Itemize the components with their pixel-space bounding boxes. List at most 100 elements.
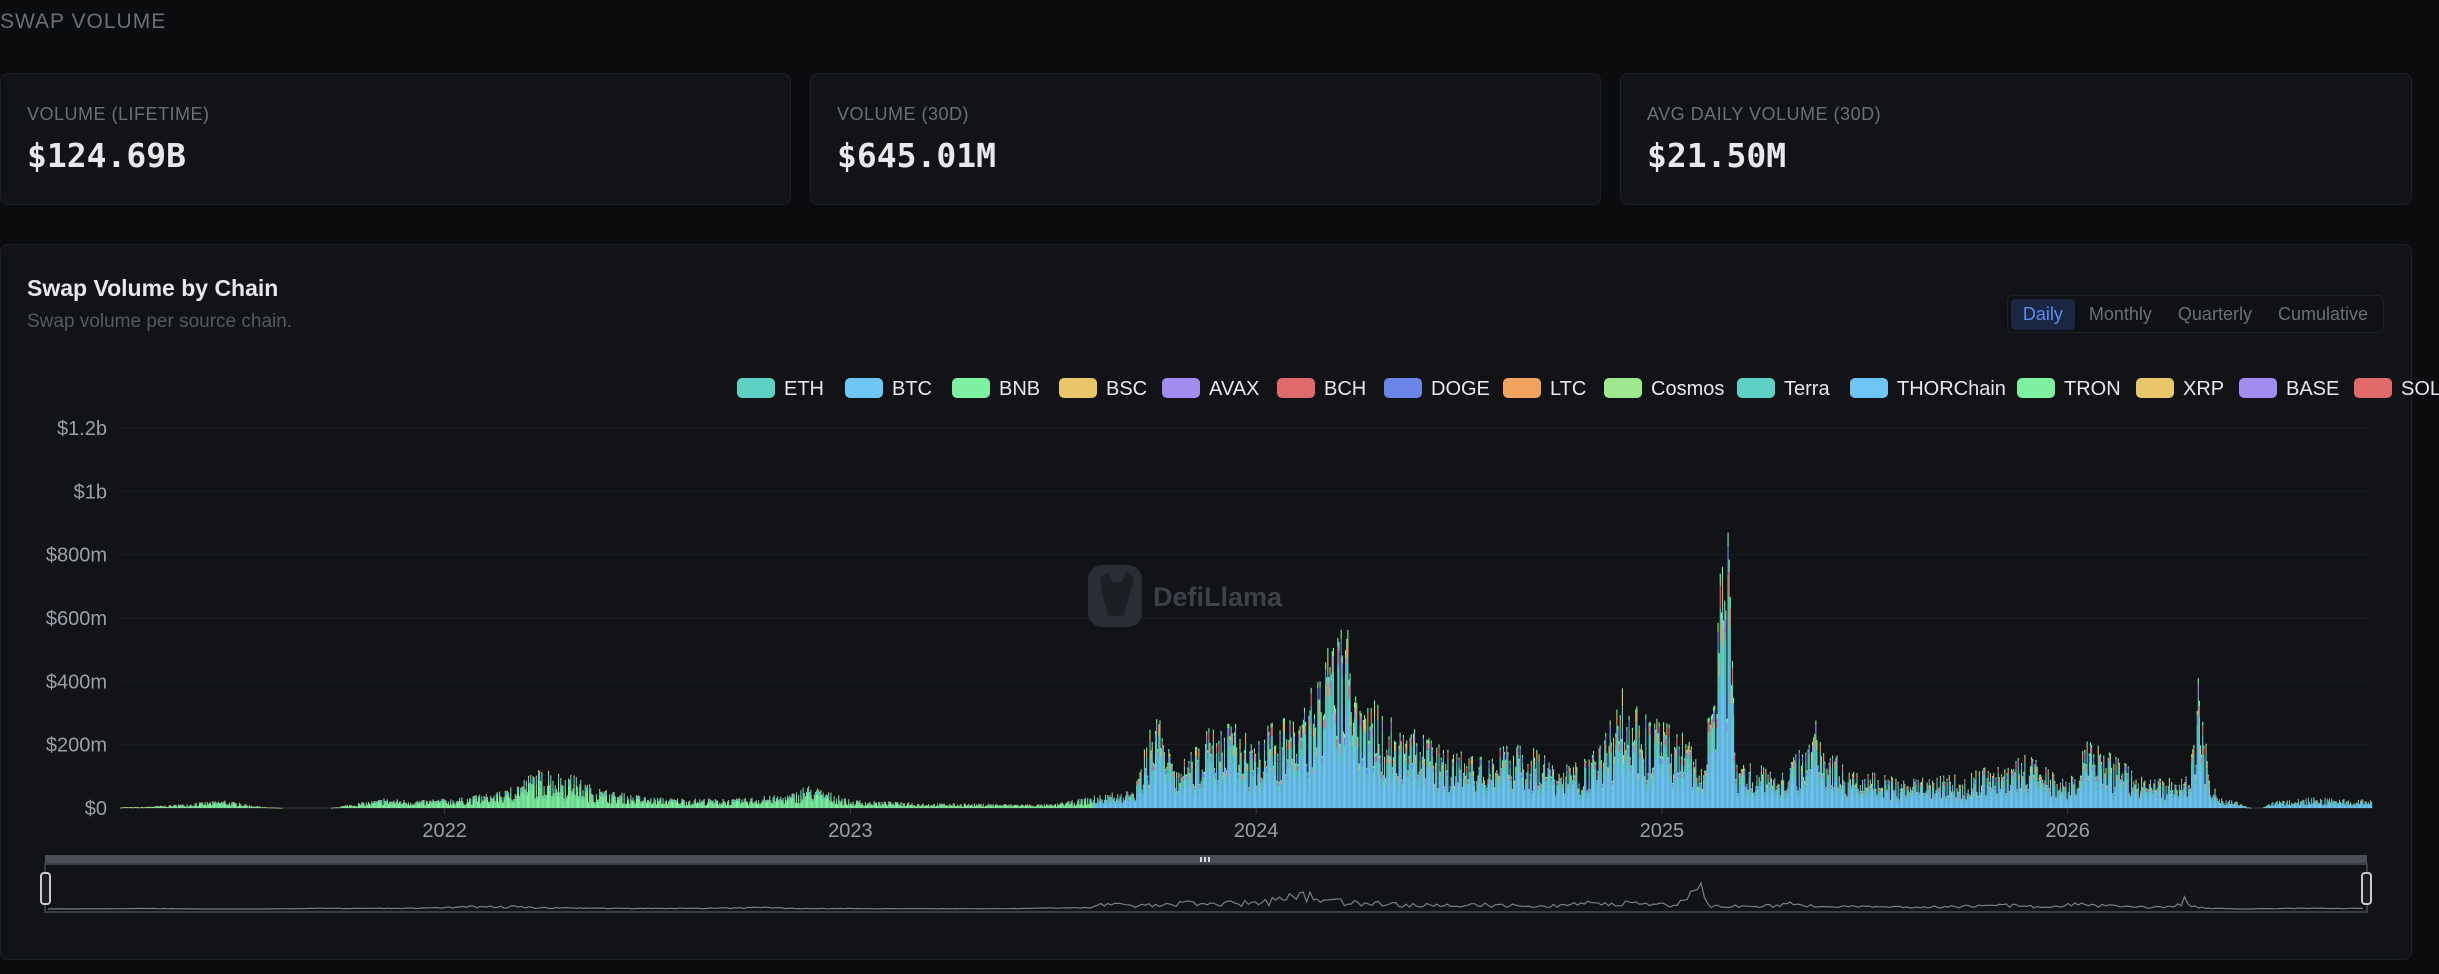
daily-bar [1955, 797, 1957, 808]
zoom-handle-left[interactable] [40, 872, 51, 905]
daily-bar [1794, 760, 1796, 808]
daily-bar [562, 785, 564, 808]
legend-item-bsc[interactable]: BSC [1059, 378, 1147, 400]
daily-bar [1750, 788, 1752, 808]
daily-bar [568, 778, 570, 808]
legend-item-btc[interactable]: BTC [845, 378, 932, 400]
daily-bar [1337, 637, 1339, 808]
daily-bar [1818, 771, 1820, 808]
daily-bar [1761, 774, 1764, 808]
legend-item-avax[interactable]: AVAX [1162, 378, 1259, 400]
daily-bar [432, 799, 434, 808]
daily-bar [618, 797, 620, 808]
daily-bar [1136, 781, 1138, 808]
daily-bar [1909, 787, 1911, 808]
daily-bar [162, 806, 164, 808]
daily-bar [255, 806, 257, 808]
daily-bar [1536, 749, 1538, 808]
daily-bar [1999, 788, 2001, 808]
daily-bar [1902, 788, 1904, 808]
legend-item-tron[interactable]: TRON [2017, 378, 2121, 400]
daily-bar [521, 786, 523, 808]
daily-bar [864, 802, 866, 808]
daily-bar [1837, 787, 1839, 808]
legend-item-xrp[interactable]: XRP [2136, 378, 2224, 400]
legend-item-bnb[interactable]: BNB [952, 378, 1040, 400]
legend-item-ltc[interactable]: LTC [1503, 378, 1586, 400]
zoom-slider[interactable] [40, 855, 2372, 913]
legend-item-thorchain[interactable]: THORChain [1850, 378, 2006, 400]
legend-item-bch[interactable]: BCH [1277, 378, 1366, 400]
daily-bar [650, 798, 652, 808]
daily-bar [235, 803, 237, 808]
daily-bar [1966, 793, 1968, 808]
daily-bar [2015, 761, 2017, 808]
daily-bar [1616, 709, 1618, 808]
legend-item-terra[interactable]: Terra [1737, 378, 1830, 400]
daily-bar [1729, 596, 1731, 808]
daily-bar [767, 799, 769, 808]
daily-bar [942, 803, 944, 808]
daily-bar [1119, 796, 1121, 808]
daily-bar [1418, 771, 1420, 808]
daily-bar [1499, 747, 1501, 808]
daily-bar [1558, 773, 1560, 808]
daily-bar [1108, 796, 1110, 808]
daily-bar [409, 804, 411, 808]
daily-bar [1856, 773, 1858, 808]
legend-item-base[interactable]: BASE [2239, 378, 2339, 400]
daily-bar [699, 799, 701, 808]
daily-bar [1406, 740, 1408, 808]
daily-bar [146, 806, 148, 808]
daily-bar [1342, 731, 1344, 808]
daily-bar [736, 799, 739, 808]
legend-item-doge[interactable]: DOGE [1384, 378, 1490, 400]
daily-bar [841, 798, 843, 808]
daily-bar [1516, 747, 1518, 808]
daily-bar [2044, 780, 2046, 808]
daily-bar [870, 803, 872, 808]
daily-bar [1163, 752, 1165, 808]
daily-bar [1658, 722, 1660, 808]
daily-bar [1366, 767, 1368, 808]
daily-bar [134, 807, 136, 808]
daily-bar [1195, 747, 1197, 808]
daily-bar [367, 801, 370, 808]
daily-bar [584, 784, 586, 808]
legend-item-eth[interactable]: ETH [737, 378, 824, 400]
daily-bar [2164, 799, 2166, 808]
daily-bar [2057, 790, 2059, 808]
daily-bar [1298, 730, 1300, 808]
daily-bar [1057, 803, 1059, 808]
daily-bar [1387, 755, 1389, 808]
daily-bar [857, 800, 859, 808]
legend-item-cosmos[interactable]: Cosmos [1604, 378, 1724, 400]
zoom-handle-right[interactable] [2361, 872, 2372, 905]
daily-bar [1018, 805, 1020, 808]
daily-bar [127, 807, 129, 809]
daily-bar [1207, 750, 1209, 808]
daily-bar [1444, 786, 1446, 808]
daily-bar [1029, 804, 1031, 808]
daily-bar [2340, 801, 2342, 808]
daily-bar [2354, 804, 2356, 808]
daily-bar [590, 788, 592, 808]
daily-bar [1679, 771, 1681, 808]
daily-bar [217, 801, 219, 808]
daily-bar [2233, 803, 2235, 808]
daily-bar [1445, 764, 1447, 808]
daily-bar [205, 804, 207, 808]
legend-item-sol[interactable]: SOL [2354, 378, 2439, 400]
daily-bar [1140, 769, 1142, 808]
daily-bar [685, 801, 687, 808]
daily-bar [545, 794, 547, 808]
daily-bar [2365, 801, 2367, 808]
daily-bar [1036, 805, 1038, 808]
daily-bar [872, 804, 874, 808]
daily-bar [2166, 794, 2168, 808]
daily-bar [631, 800, 633, 808]
daily-bar [1615, 733, 1617, 808]
daily-bar [1288, 739, 1290, 808]
daily-bar [1639, 749, 1641, 808]
legend-label: BCH [1324, 378, 1366, 400]
